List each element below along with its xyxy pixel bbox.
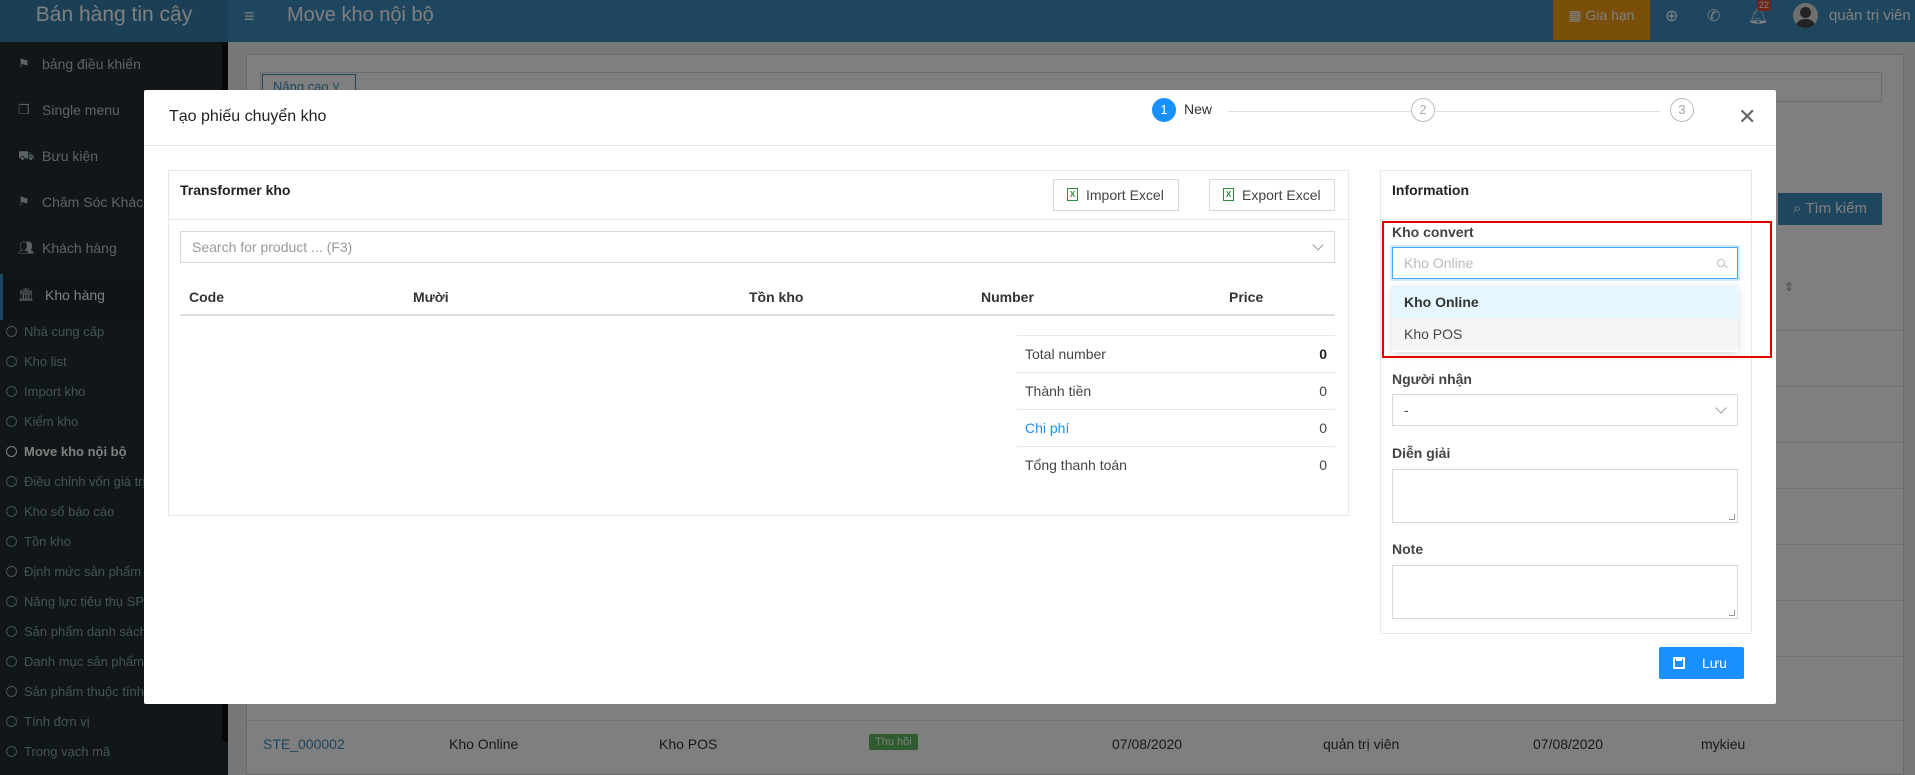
- column-header[interactable]: Number: [981, 289, 1034, 305]
- resize-handle-icon[interactable]: [1729, 610, 1735, 616]
- step-1: 1: [1152, 98, 1176, 122]
- column-header[interactable]: Code: [189, 289, 224, 305]
- receiver-select[interactable]: -: [1392, 394, 1738, 426]
- export-excel-button[interactable]: X Export Excel: [1209, 179, 1335, 211]
- step-connector: [1444, 111, 1660, 112]
- transfer-panel: Transformer kho X Import Excel X Export Ex…: [168, 170, 1349, 516]
- close-icon[interactable]: ✕: [1738, 106, 1756, 128]
- save-button[interactable]: Lưu: [1659, 647, 1744, 679]
- chevron-down-icon: [1312, 239, 1324, 251]
- excel-file-icon: X: [1223, 188, 1234, 201]
- excel-file-icon: X: [1067, 188, 1078, 201]
- panel-divider: [1381, 219, 1751, 220]
- summary-row: Chi phí 0: [1017, 409, 1335, 446]
- panel-title: Transformer kho: [180, 182, 291, 198]
- import-excel-button[interactable]: X Import Excel: [1053, 179, 1179, 211]
- step-1-label: New: [1184, 101, 1213, 117]
- modal-title: Tạo phiếu chuyển kho: [169, 108, 327, 125]
- summary-row: Thành tiền 0: [1017, 372, 1335, 409]
- column-header[interactable]: Price: [1229, 289, 1263, 305]
- column-header[interactable]: Tồn kho: [749, 289, 803, 305]
- modal-header: Tạo phiếu chuyển kho 1 New 2 3 ✕: [144, 90, 1776, 146]
- description-label: Diễn giải: [1392, 445, 1451, 461]
- panel-divider: [169, 219, 1348, 220]
- column-header[interactable]: Mười: [413, 289, 449, 305]
- receiver-label: Người nhận: [1392, 371, 1472, 387]
- resize-handle-icon[interactable]: [1729, 514, 1735, 520]
- step-2: 2: [1411, 98, 1435, 122]
- table-header-divider: [180, 314, 1335, 316]
- chevron-down-icon: [1715, 402, 1727, 414]
- summary-row: Total number 0: [1017, 335, 1335, 372]
- floppy-disk-icon: [1673, 657, 1685, 669]
- annotation-highlight: [1382, 221, 1772, 358]
- note-textarea[interactable]: [1392, 565, 1738, 619]
- cost-link[interactable]: Chi phí: [1025, 420, 1069, 436]
- information-title: Information: [1392, 182, 1469, 198]
- note-label: Note: [1392, 541, 1424, 557]
- product-search-input[interactable]: Search for product ... (F3): [180, 231, 1335, 263]
- transfer-modal: Tạo phiếu chuyển kho 1 New 2 3 ✕ Transfo…: [144, 90, 1776, 704]
- description-textarea[interactable]: [1392, 469, 1738, 523]
- step-3: 3: [1670, 98, 1694, 122]
- summary-row: Tổng thanh toán 0: [1017, 446, 1335, 483]
